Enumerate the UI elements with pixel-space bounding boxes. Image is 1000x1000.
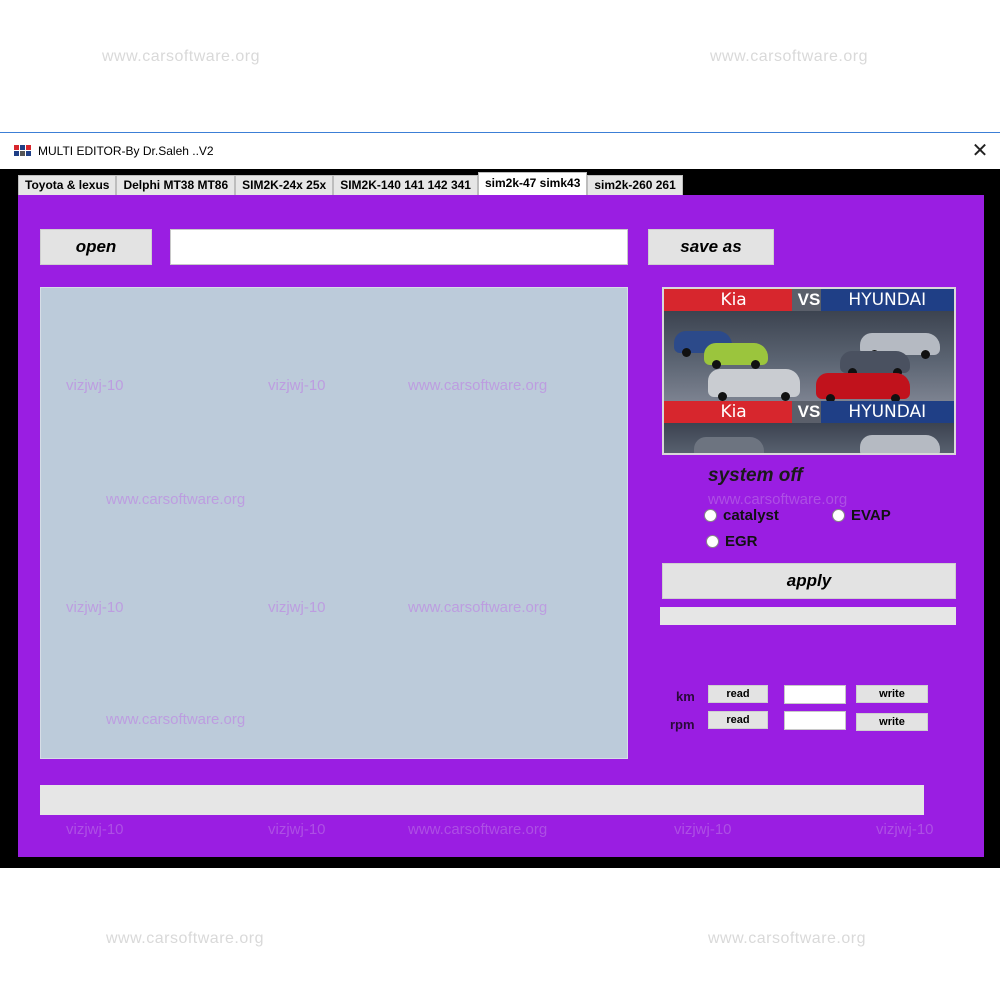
catalyst-label: catalyst — [723, 507, 779, 524]
tab-sim2k-24x[interactable]: SIM2K-24x 25x — [235, 175, 334, 195]
hex-editor-area[interactable] — [40, 287, 628, 759]
tab-toyota-lexus[interactable]: Toyota & lexus — [18, 175, 117, 195]
tab-sim2k-140[interactable]: SIM2K-140 141 142 341 — [333, 175, 478, 195]
file-path-field[interactable] — [170, 229, 628, 265]
hyundai-logo-label: HYUNDAI — [820, 289, 954, 311]
watermark: www.carsoftware.org — [710, 48, 868, 65]
egr-radio[interactable] — [706, 535, 719, 548]
app-logo-icon — [14, 145, 32, 157]
watermark: vizjwj-10 — [674, 821, 732, 838]
watermark: vizjwj-10 — [876, 821, 934, 838]
egr-label: EGR — [725, 533, 758, 550]
rpm-label: rpm — [670, 717, 695, 732]
car-photo-bottom — [664, 423, 954, 453]
km-write-button[interactable]: write — [856, 685, 928, 703]
progress-bar — [40, 785, 924, 815]
open-button[interactable]: open — [40, 229, 152, 265]
kia-vs-hyundai-image: Kia VS HYUNDAI Kia VS HYUNDAI — [662, 287, 956, 455]
catalyst-radio[interactable] — [704, 509, 717, 522]
rpm-read-button[interactable]: read — [708, 711, 768, 729]
catalyst-option[interactable]: catalyst — [704, 507, 779, 524]
rpm-write-button[interactable]: write — [856, 713, 928, 731]
car-photo-top — [664, 311, 954, 403]
tab-panel: open save as vizjwj-10 vizjwj-10 www.car… — [18, 195, 984, 857]
hyundai-logo-label: HYUNDAI — [820, 401, 954, 423]
watermark: www.carsoftware.org — [708, 491, 848, 508]
watermark: vizjwj-10 — [66, 821, 124, 838]
app-window: MULTI EDITOR-By Dr.Saleh ..V2 ✕ Toyota &… — [0, 132, 1000, 868]
km-value-field[interactable] — [784, 685, 846, 704]
title-bar: MULTI EDITOR-By Dr.Saleh ..V2 ✕ — [0, 133, 1000, 169]
kia-logo-label: Kia — [664, 401, 804, 423]
apply-button[interactable]: apply — [662, 563, 956, 599]
km-read-button[interactable]: read — [708, 685, 768, 703]
watermark: www.carsoftware.org — [708, 930, 866, 947]
tab-sim2k-47[interactable]: sim2k-47 simk43 — [477, 172, 588, 195]
apply-status-field — [660, 607, 956, 625]
brand-banner-bottom: Kia VS HYUNDAI — [664, 401, 954, 423]
evap-radio[interactable] — [832, 509, 845, 522]
evap-option[interactable]: EVAP — [832, 507, 891, 524]
system-off-title: system off — [708, 465, 803, 486]
rpm-value-field[interactable] — [784, 711, 846, 730]
close-icon[interactable]: ✕ — [966, 137, 994, 165]
tab-sim2k-260[interactable]: sim2k-260 261 — [587, 175, 683, 195]
save-as-button[interactable]: save as — [648, 229, 774, 265]
watermark: www.carsoftware.org — [408, 821, 548, 838]
egr-option[interactable]: EGR — [706, 533, 758, 550]
watermark: www.carsoftware.org — [102, 48, 260, 65]
screenshot: www.carsoftware.org www.carsoftware.org … — [0, 0, 1000, 1000]
watermark: www.carsoftware.org — [106, 930, 264, 947]
evap-label: EVAP — [851, 507, 891, 524]
watermark: vizjwj-10 — [268, 821, 326, 838]
kia-logo-label: Kia — [664, 289, 804, 311]
window-title: MULTI EDITOR-By Dr.Saleh ..V2 — [38, 144, 214, 158]
tab-delphi[interactable]: Delphi MT38 MT86 — [116, 175, 236, 195]
km-label: km — [676, 689, 695, 704]
tab-strip: Toyota & lexus Delphi MT38 MT86 SIM2K-24… — [18, 172, 683, 195]
brand-banner-top: Kia VS HYUNDAI — [664, 289, 954, 311]
